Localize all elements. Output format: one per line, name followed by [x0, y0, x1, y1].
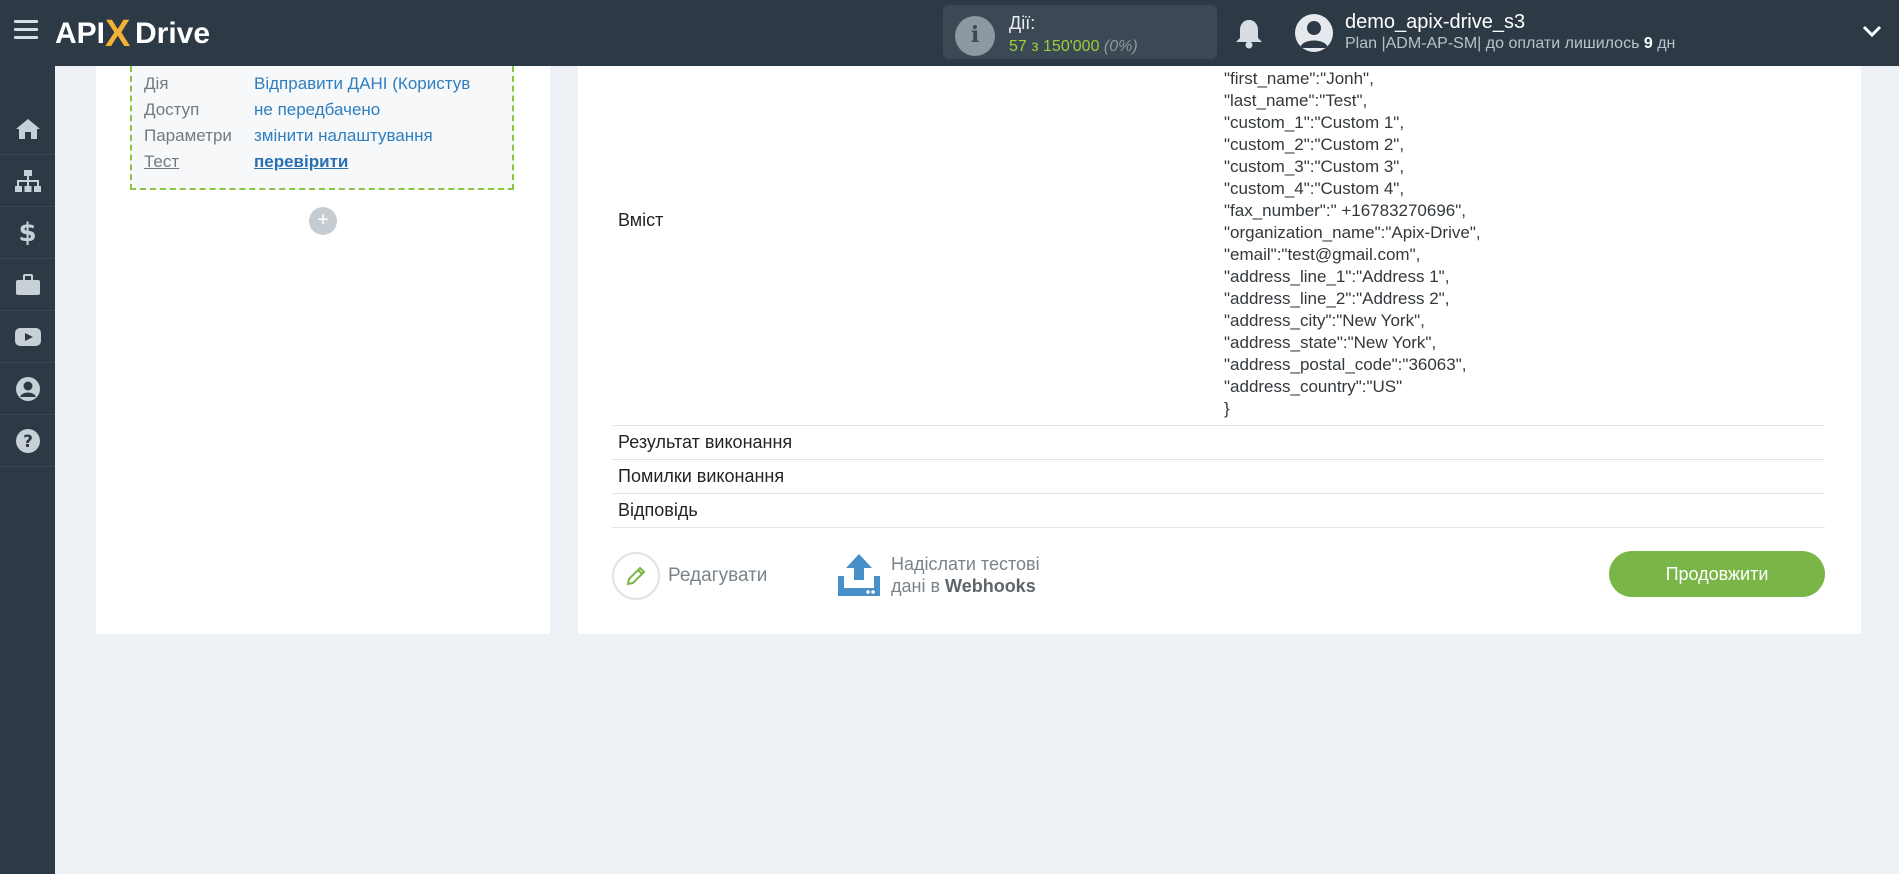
divider: [612, 527, 1825, 528]
help-icon[interactable]: ?: [0, 415, 55, 467]
actions-title: Дії:: [1009, 13, 1036, 33]
user-name[interactable]: demo_apix-drive_s3: [1345, 11, 1525, 34]
upload-icon: [836, 552, 882, 598]
divider: [612, 459, 1825, 460]
actions-count: 57 з 150'000: [1009, 38, 1100, 55]
svg-text:Drive: Drive: [135, 17, 210, 50]
access-link[interactable]: не передбачено: [254, 100, 380, 120]
youtube-icon[interactable]: [0, 311, 55, 363]
test-result-card: Вміст "first_name":"Jonh", "last_name":"T…: [578, 66, 1861, 634]
send-test-label: Надіслати тестові дані в Webhooks: [891, 554, 1040, 596]
dollar-icon[interactable]: $: [0, 207, 55, 259]
svg-text:?: ?: [23, 432, 33, 452]
action-summary-box: Дія Відправити ДАНІ (Користув Доступ не …: [130, 66, 514, 190]
user-plan: Plan |ADM-AP-SM| до оплати лишилось 9 дн: [1345, 35, 1676, 52]
sitemap-icon[interactable]: [0, 155, 55, 207]
result-label: Результат виконання: [618, 432, 793, 452]
menu-icon[interactable]: [14, 20, 38, 40]
user-icon[interactable]: [0, 363, 55, 415]
briefcase-icon[interactable]: [0, 259, 55, 311]
avatar[interactable]: [1295, 14, 1333, 52]
svg-text:API: API: [55, 17, 105, 50]
continue-button[interactable]: Продовжити: [1609, 551, 1825, 597]
add-step-button[interactable]: +: [309, 207, 337, 235]
content-label: Вміст: [618, 210, 664, 230]
sidebar: $ ?: [0, 66, 55, 874]
top-bar: API X Drive Дії: 57 з 150'000 (0%) demo_…: [0, 0, 1899, 66]
home-icon[interactable]: [0, 103, 55, 155]
test-link[interactable]: перевірити: [254, 152, 348, 172]
chevron-down-icon[interactable]: [1862, 24, 1882, 38]
edit-button[interactable]: Редагувати: [612, 551, 767, 601]
actions-percent: (0%): [1103, 38, 1138, 55]
pencil-icon: [612, 552, 660, 600]
json-content: "first_name":"Jonh", "last_name":"Test", "…: [1224, 69, 1481, 418]
action-link[interactable]: Відправити ДАНІ (Користув: [254, 74, 470, 94]
divider: [612, 493, 1825, 494]
actions-value: 57 з 150'000 (0%): [1009, 38, 1138, 56]
errors-label: Помилки виконання: [618, 466, 785, 486]
response-label: Відповідь: [618, 500, 698, 520]
actions-counter[interactable]: Дії: 57 з 150'000 (0%): [943, 5, 1217, 59]
info-icon: [955, 16, 995, 56]
bell-icon[interactable]: [1234, 17, 1264, 49]
svg-text:X: X: [105, 13, 131, 54]
edit-label: Редагувати: [668, 565, 768, 586]
params-link[interactable]: змінити налаштування: [254, 126, 433, 146]
divider: [612, 425, 1825, 426]
connection-card: Дія Відправити ДАНІ (Користув Доступ не …: [96, 66, 550, 634]
apixdrive-logo[interactable]: API X Drive: [55, 10, 225, 54]
